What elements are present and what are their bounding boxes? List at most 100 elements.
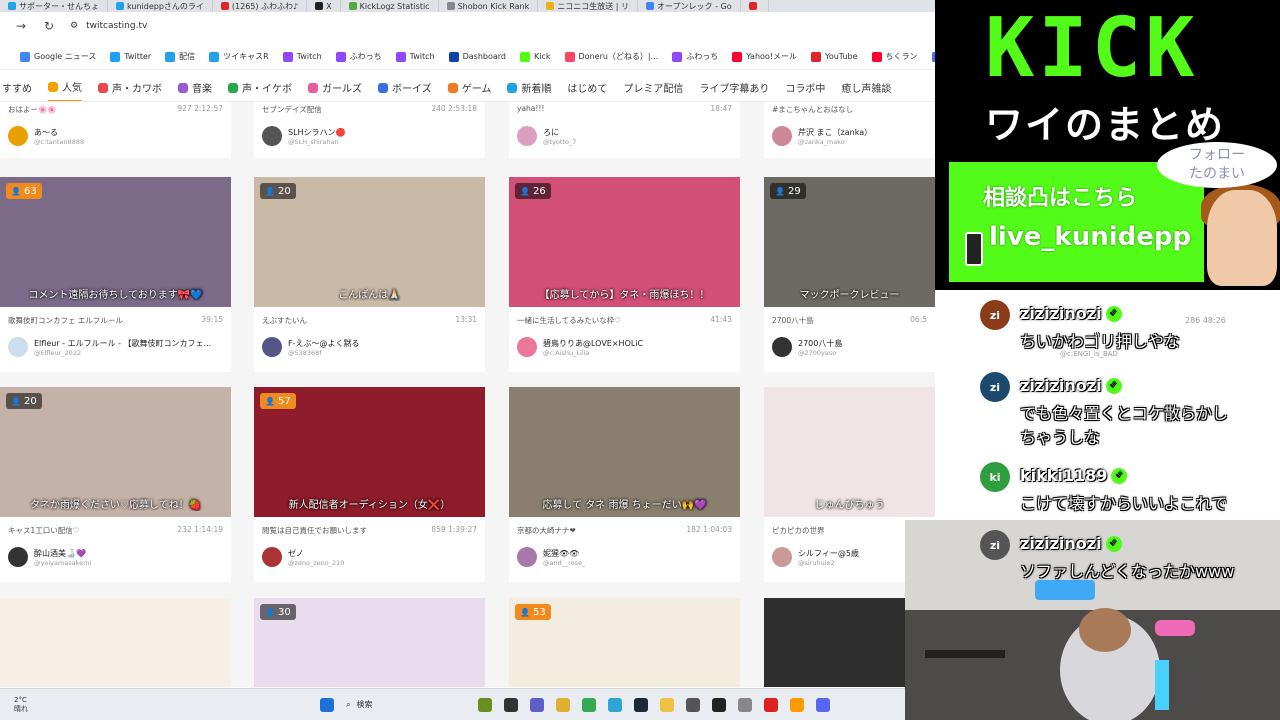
- stream-thumbnail[interactable]: 👤 29 マックポークレビュー: [764, 177, 935, 307]
- bookmark-item[interactable]: YouTube: [811, 51, 858, 62]
- category-tab[interactable]: すすめ: [2, 74, 32, 101]
- bookmark-item[interactable]: Twitch: [395, 51, 435, 62]
- app-icon[interactable]: [686, 697, 700, 712]
- bookmark-item[interactable]: 配信: [165, 51, 195, 62]
- category-tab[interactable]: 声・カワボ: [98, 74, 162, 101]
- category-tab[interactable]: コラボ中: [785, 74, 825, 101]
- user-names: 酔山酒美🍶💜 @yoiyamasakemi: [34, 548, 91, 567]
- bookmark-item[interactable]: ふわっち: [335, 51, 382, 62]
- stream-card[interactable]: おはよー🌸🌸 927 2:12:57 あ〜る @c:tantan8888: [0, 102, 231, 158]
- site-settings-icon[interactable]: ⚙: [70, 21, 78, 31]
- bookmark-item[interactable]: Doneru（どねる）|...: [564, 51, 658, 62]
- bookmark-item[interactable]: Twitter: [110, 51, 151, 62]
- user-names: 碧鳥りりあ@LOVE×HOLiC @c:Aishu_Lilia: [543, 338, 643, 357]
- browser-tab[interactable]: kunideppさんのライ: [108, 0, 213, 12]
- stream-card[interactable]: 👤 57 新人配信者オーディション（女❌） 閲覧は自己責任でお願いします 859 1:3…: [254, 387, 485, 582]
- card-user[interactable]: シルフィー@5歳 @siruhuie2: [772, 547, 859, 567]
- viewer-count-badge: 👤 20: [260, 183, 296, 199]
- calc-icon[interactable]: [738, 697, 752, 712]
- category-tab[interactable]: ゲーム: [447, 74, 491, 101]
- taskbar-search[interactable]: ⌕ 検索: [346, 699, 466, 710]
- stream-thumbnail[interactable]: 👤 57 新人配信者オーディション（女❌）: [254, 387, 485, 517]
- stream-card[interactable]: セブンデイズ配信 240 2:53:18 SLHシラハン🔴 @SLH_shirahan: [254, 102, 485, 158]
- browser-tab[interactable]: Shobon Kick Rank: [439, 0, 539, 12]
- stream-card[interactable]: yaha!!! 18:47 ろに @tyotto_7: [509, 102, 740, 158]
- bookmark-item[interactable]: Kick: [520, 51, 551, 62]
- obs-icon[interactable]: [712, 697, 726, 712]
- card-meta: yaha!!! 18:47: [517, 104, 732, 118]
- category-tab[interactable]: ガールズ: [308, 74, 362, 101]
- category-tab[interactable]: はじめて: [567, 74, 607, 101]
- category-tab[interactable]: 声・イケボ: [228, 74, 292, 101]
- category-tab[interactable]: プレミア配信: [623, 74, 683, 101]
- stream-thumbnail[interactable]: 応募して タネ 雨爆 ちょーだい🙌💜: [509, 387, 740, 517]
- browser-tab[interactable]: [741, 0, 769, 12]
- browser-tab[interactable]: X: [307, 0, 341, 12]
- weather-widget[interactable]: 2°C 晴れ: [0, 696, 60, 714]
- card-user[interactable]: 碧鳥りりあ@LOVE×HOLiC @c:Aishu_Lilia: [517, 337, 643, 357]
- app2-icon[interactable]: [790, 697, 804, 712]
- task-view-icon[interactable]: [504, 697, 518, 712]
- card-user[interactable]: ろに @tyotto_7: [517, 126, 576, 146]
- category-tab[interactable]: ボーイズ: [378, 74, 432, 101]
- stream-card[interactable]: 👤 20 タネか雨爆ください♡応募してね！🍓 キャス1工口い配信♡ 232 1:14:1…: [0, 387, 231, 582]
- forward-icon[interactable]: →: [14, 19, 28, 33]
- url-field[interactable]: ⚙ twitcasting.tv: [70, 21, 147, 31]
- card-user[interactable]: Elfleur - エルフルール - 【歌舞伎町コンカフェ... @Elfleur…: [8, 337, 211, 357]
- hidden-card-uid: @c:ENGI_is_BAD: [1060, 350, 1118, 358]
- copilot-icon[interactable]: [556, 697, 570, 712]
- stream-card[interactable]: 応募して タネ 雨爆 ちょーだい🙌💜 京都の大崎ナナ❤ 182 1:04:03 妮猩👁…: [509, 387, 740, 582]
- stream-thumbnail[interactable]: [0, 598, 231, 687]
- bookmark-item[interactable]: ツイキャスR: [209, 51, 269, 62]
- stream-thumbnail[interactable]: 👤 20 こんばんは🙏🏻: [254, 177, 485, 307]
- card-user[interactable]: SLHシラハン🔴 @SLH_shirahan: [262, 126, 345, 146]
- category-tab[interactable]: 音楽: [178, 74, 212, 101]
- stream-card[interactable]: 👤 20 こんばんは🙏🏻 えぶすたいん 13:31 F-えぶ〜@よく黙る @538368f: [254, 177, 485, 372]
- stream-card[interactable]: [0, 598, 231, 687]
- browser-tab[interactable]: オープンレック - Go: [638, 0, 741, 12]
- stream-card[interactable]: 👤 26 【応募してから】タネ・雨爆ほち！！ 一緒に生活してるみたいな枠♡ 41:43 碧…: [509, 177, 740, 372]
- stream-card[interactable]: #まこちゃんとおはなし 芹沢 まこ（zanka） @zanka_mako: [764, 102, 935, 158]
- card-user[interactable]: 2700八十島 @2700yaso: [772, 337, 842, 357]
- card-user[interactable]: F-えぶ〜@よく黙る @538368f: [262, 337, 360, 357]
- card-user[interactable]: 芹沢 まこ（zanka） @zanka_mako: [772, 126, 872, 146]
- stream-card[interactable]: 👤 53: [509, 598, 740, 687]
- record-icon[interactable]: [764, 697, 778, 712]
- card-user[interactable]: ゼノ @zeno_zeno_210: [262, 547, 344, 567]
- stream-thumbnail[interactable]: じゅんぴちゅう: [764, 387, 935, 517]
- bookmark-item[interactable]: ちくラン: [871, 51, 918, 62]
- browser-tab[interactable]: ニコニコ生放送 | リ: [538, 0, 639, 12]
- bookmark-item[interactable]: Dashboard: [448, 51, 506, 62]
- stream-card[interactable]: 👤 29 マックポークレビュー 2700八十島 06:5 2700八十島 @2700yaso: [764, 177, 935, 372]
- stream-thumbnail[interactable]: 👤 53: [509, 598, 740, 687]
- reload-icon[interactable]: ↻: [42, 19, 56, 33]
- stream-card[interactable]: 👤 30: [254, 598, 485, 687]
- browser-tab[interactable]: (1265) ふわふわ♪: [213, 0, 308, 12]
- stream-thumbnail[interactable]: 👤 26 【応募してから】タネ・雨爆ほち！！: [509, 177, 740, 307]
- chrome-icon[interactable]: [582, 697, 596, 712]
- card-user[interactable]: 酔山酒美🍶💜 @yoiyamasakemi: [8, 547, 91, 567]
- stream-card[interactable]: 👤 63 コメント遠隔お待ちしております🎀💙 歌舞伎町コンカフェ エルフルール 39:1…: [0, 177, 231, 372]
- category-tab[interactable]: 人気: [48, 74, 82, 101]
- steam-icon[interactable]: [634, 697, 648, 712]
- windows-start-icon[interactable]: [320, 697, 334, 712]
- bookmark-item[interactable]: Twitch: [282, 51, 322, 62]
- teams-icon[interactable]: [530, 697, 544, 712]
- stream-thumbnail[interactable]: 👤 30: [254, 598, 485, 687]
- edge-icon[interactable]: [608, 697, 622, 712]
- browser-tab[interactable]: KickLogz Statistic: [341, 0, 439, 12]
- category-tab[interactable]: 癒し声雑談: [841, 74, 891, 101]
- category-tab[interactable]: 新着順: [507, 74, 551, 101]
- browser-tab[interactable]: サポーター・せんちょ: [0, 0, 108, 12]
- stream-thumbnail[interactable]: 👤 20 タネか雨爆ください♡応募してね！🍓: [0, 387, 231, 517]
- bookmark-item[interactable]: ふわっち: [672, 51, 718, 62]
- explorer-icon[interactable]: [660, 697, 674, 712]
- bookmark-item[interactable]: Google ニュース: [20, 51, 96, 62]
- bookmark-item[interactable]: Yahoo!メール: [732, 51, 797, 62]
- category-tab[interactable]: ライブ字幕あり: [699, 74, 769, 101]
- discord-icon[interactable]: [816, 697, 830, 712]
- card-user[interactable]: あ〜る @c:tantan8888: [8, 126, 84, 146]
- widget-icon[interactable]: [478, 697, 492, 712]
- card-user[interactable]: 妮猩👁👁 @and__rose_: [517, 547, 585, 567]
- stream-thumbnail[interactable]: 👤 63 コメント遠隔お待ちしております🎀💙: [0, 177, 231, 307]
